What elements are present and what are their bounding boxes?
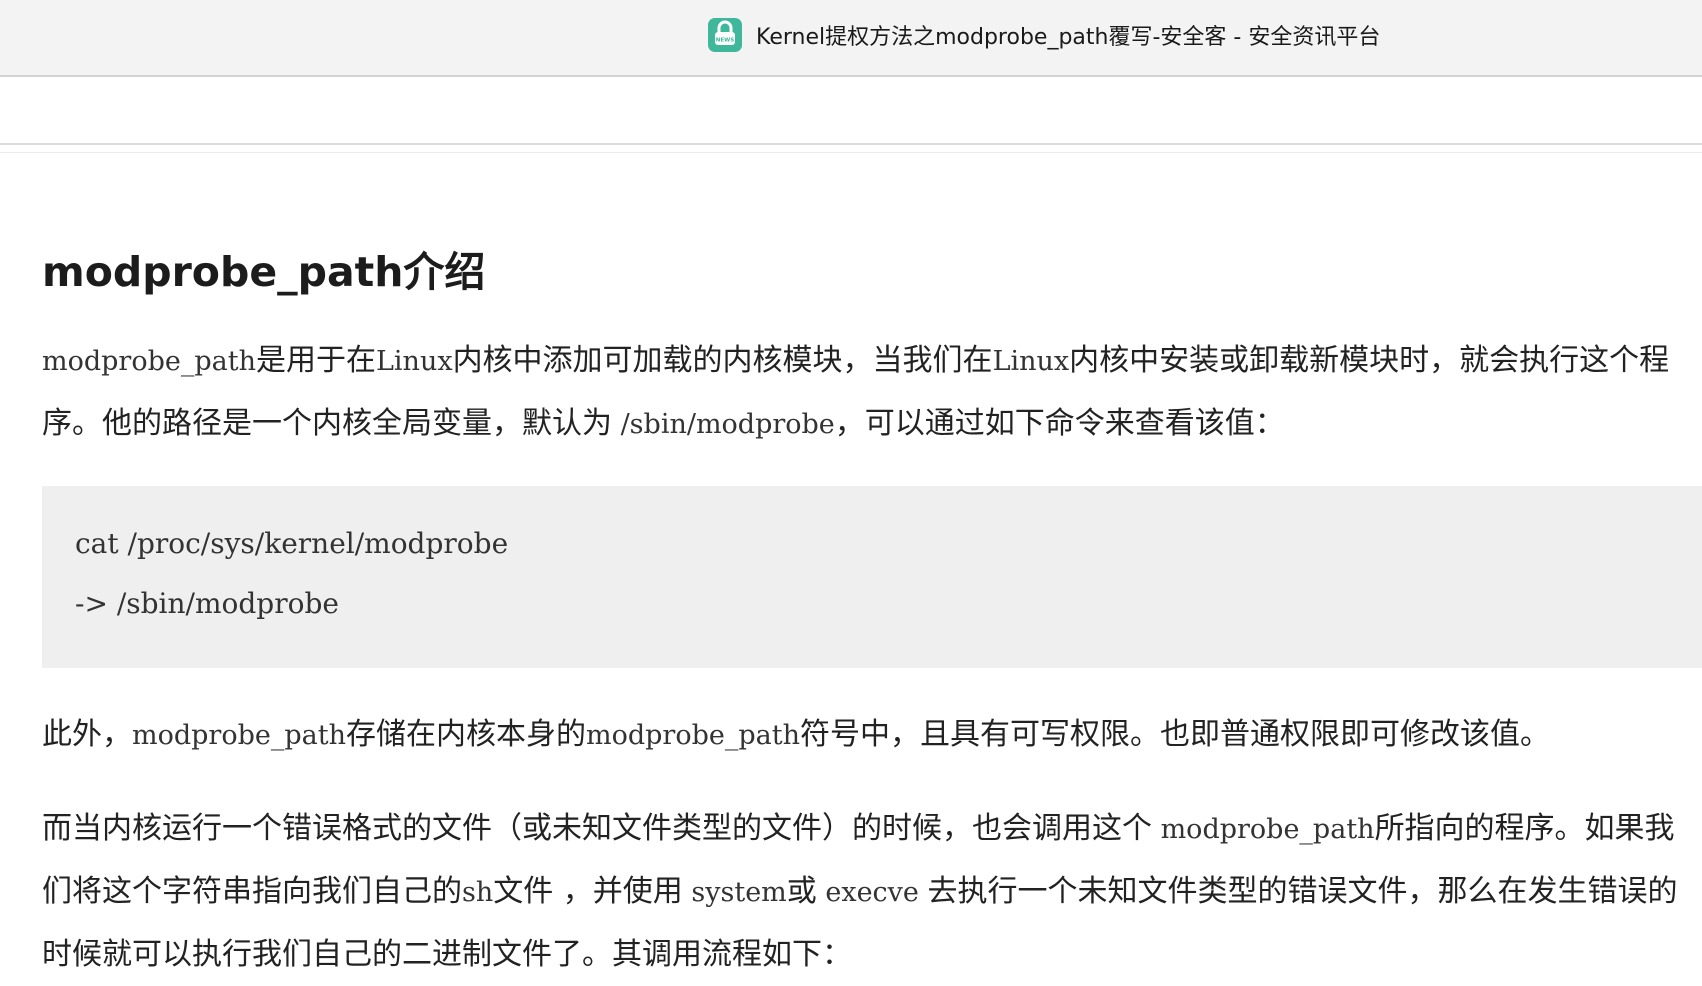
text: 存储在内核本身的 [345,717,586,752]
inline-code: Linux [375,346,453,377]
text: 而当内核运行一个错误格式的文件（或未知文件类型的文件）的时候，也会调用这个 [42,811,1152,846]
inline-code: sh [462,877,494,908]
inline-code: Linux [992,346,1070,377]
browser-title-bar: NEWS Kernel提权方法之modprobe_path覆写-安全客 - 安全… [0,0,1702,77]
code-line: -> /sbin/modprobe [75,587,339,620]
inline-code: modprobe_path [42,346,256,377]
inline-code: modprobe_path [1152,814,1375,845]
paragraph-storage: 此外，modprobe_path存储在内核本身的modprobe_path符号中… [42,704,1702,767]
inline-code: /sbin/modprobe [612,409,835,440]
text: 是用于在 [255,343,376,378]
news-icon: NEWS [708,18,742,52]
inline-code: system [682,877,787,908]
text: 文件 ，并使用 [493,874,683,909]
code-block: cat /proc/sys/kernel/modprobe -> /sbin/m… [42,486,1702,668]
inline-code: modprobe_path [585,720,800,751]
text: ，可以通过如下命令来查看该值： [834,406,1285,441]
text: 内核中添加可加载的内核模块，当我们在 [452,343,993,378]
paragraph-exploit: 而当内核运行一个错误格式的文件（或未知文件类型的文件）的时候，也会调用这个 mo… [42,798,1702,986]
svg-text:NEWS: NEWS [716,38,734,44]
page-toolbar-strip [0,77,1702,153]
inline-code: execve [816,877,928,908]
text: 符号中，且具有可写权限。也即普通权限即可修改该值。 [799,717,1550,752]
inline-code: modprobe_path [132,720,346,751]
browser-tab[interactable]: NEWS Kernel提权方法之modprobe_path覆写-安全客 - 安全… [708,17,1380,53]
text: 此外， [42,717,132,752]
tab-title: Kernel提权方法之modprobe_path覆写-安全客 - 安全资讯平台 [756,25,1381,50]
text: 或 [786,874,817,909]
section-heading: modprobe_path介绍 [42,248,486,296]
paragraph-intro: modprobe_path是用于在Linux内核中添加可加载的内核模块，当我们在… [42,330,1702,456]
code-line: cat /proc/sys/kernel/modprobe [75,527,509,560]
